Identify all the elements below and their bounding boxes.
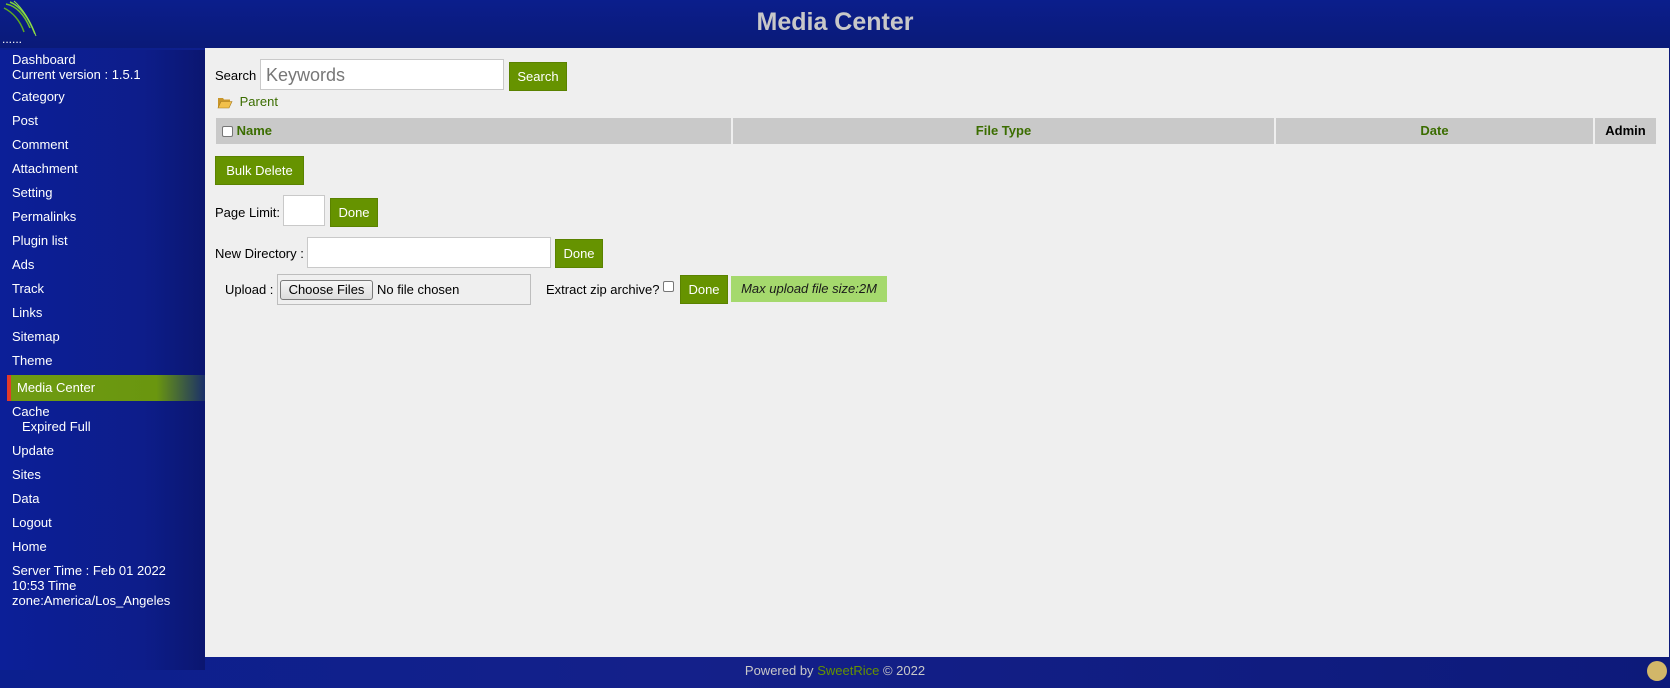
copyright-text: © 2022 xyxy=(882,663,926,678)
new-directory-done-button[interactable]: Done xyxy=(555,239,603,268)
sidebar-item-ads[interactable]: Ads xyxy=(12,257,34,272)
choose-files-button[interactable]: Choose Files xyxy=(280,280,373,300)
max-upload-notice: Max upload file size:2M xyxy=(731,276,887,302)
cache-options[interactable]: Expired Full xyxy=(12,419,91,434)
sidebar-item-label: Dashboard xyxy=(12,52,76,67)
search-input[interactable]: Keywords xyxy=(260,59,504,90)
column-label: Name xyxy=(236,123,273,138)
search-button[interactable]: Search xyxy=(509,62,567,91)
extract-zip-label: Extract zip archive? xyxy=(546,282,660,297)
page-limit-label: Page Limit: xyxy=(215,205,281,220)
column-file-type[interactable]: File Type xyxy=(733,118,1274,144)
sidebar-item-media-center[interactable]: Media Center xyxy=(7,375,205,401)
sidebar-item-update[interactable]: Update xyxy=(12,443,54,458)
column-admin: Admin xyxy=(1595,118,1656,144)
main-panel: Search Keywords Search Parent Name File … xyxy=(205,48,1669,657)
sidebar-item-sitemap[interactable]: Sitemap xyxy=(12,329,60,344)
page-title: Media Center xyxy=(756,8,914,36)
search-label: Search xyxy=(215,68,257,83)
sidebar-item-setting[interactable]: Setting xyxy=(12,185,52,200)
sidebar: Dashboard Current version : 1.5.1 Catego… xyxy=(0,50,205,670)
sidebar-item-data[interactable]: Data xyxy=(12,491,39,506)
sidebar-item-attachment[interactable]: Attachment xyxy=(12,161,78,176)
select-all-checkbox[interactable] xyxy=(222,126,233,138)
sidebar-item-logout[interactable]: Logout xyxy=(12,515,52,530)
sidebar-item-home[interactable]: Home xyxy=(12,539,47,554)
powered-by-text: Powered by xyxy=(744,663,814,678)
sidebar-item-post[interactable]: Post xyxy=(12,113,38,128)
bulk-delete-button[interactable]: Bulk Delete xyxy=(215,156,304,185)
column-name[interactable]: Name xyxy=(216,118,731,144)
extract-zip-checkbox[interactable] xyxy=(663,281,674,292)
sidebar-item-comment[interactable]: Comment xyxy=(12,137,68,152)
page-limit-input[interactable] xyxy=(283,195,325,226)
sidebar-item-permalinks[interactable]: Permalinks xyxy=(12,209,76,224)
header: ...... Media Center xyxy=(0,0,1670,48)
no-file-text: No file chosen xyxy=(377,282,460,297)
sweetrice-link[interactable]: SweetRice xyxy=(817,663,879,678)
column-date[interactable]: Date xyxy=(1276,118,1593,144)
search-placeholder: Keywords xyxy=(266,65,346,85)
upload-label: Upload : xyxy=(225,282,274,297)
new-directory-label: New Directory : xyxy=(215,246,304,261)
parent-link[interactable]: Parent xyxy=(217,94,278,109)
upload-field: Choose Files No file chosen xyxy=(277,274,531,305)
sidebar-item-plugin-list[interactable]: Plugin list xyxy=(12,233,68,248)
open-folder-icon xyxy=(217,98,233,109)
sidebar-item-category[interactable]: Category xyxy=(12,89,65,104)
sidebar-item-label: Cache xyxy=(12,404,50,419)
sidebar-item-sites[interactable]: Sites xyxy=(12,467,41,482)
sidebar-item-dashboard[interactable]: Dashboard Current version : 1.5.1 xyxy=(12,52,141,82)
file-table-header: Name File Type Date Admin xyxy=(216,118,1656,144)
page-limit-done-button[interactable]: Done xyxy=(330,198,378,227)
parent-link-label: Parent xyxy=(239,94,278,109)
scroll-top-button[interactable] xyxy=(1647,661,1667,681)
server-time: Server Time : Feb 01 2022 10:53 Time zon… xyxy=(12,563,171,608)
sidebar-item-track[interactable]: Track xyxy=(12,281,44,296)
sidebar-item-cache[interactable]: Cache Expired Full xyxy=(12,404,91,434)
version-text: Current version : 1.5.1 xyxy=(12,67,141,82)
new-directory-input[interactable] xyxy=(307,237,551,268)
sidebar-item-links[interactable]: Links xyxy=(12,305,42,320)
sidebar-item-theme[interactable]: Theme xyxy=(12,353,52,368)
footer: Powered by SweetRice © 2022 xyxy=(0,663,1670,678)
upload-done-button[interactable]: Done xyxy=(680,275,728,304)
